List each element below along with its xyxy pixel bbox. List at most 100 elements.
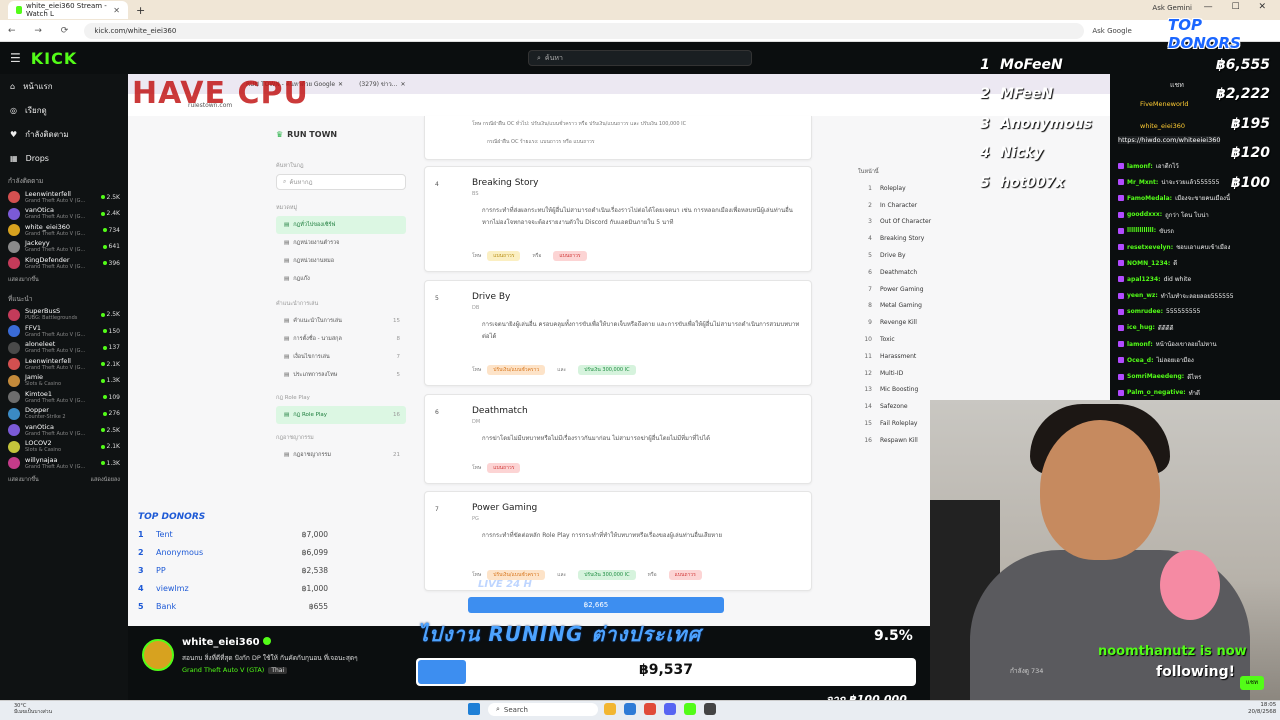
chat-username[interactable]: lamonf: [1127, 341, 1153, 348]
hamburger-menu-icon[interactable]: ☰ [10, 51, 21, 65]
doc-icon: ▤ [284, 452, 290, 458]
taskbar-weather[interactable]: 30°C มีเมฆเป็นบางส่วน [14, 703, 52, 715]
viewer-count: 2.5K [106, 426, 120, 434]
chrome-icon[interactable] [644, 703, 656, 715]
channel-game: Grand Theft Auto V (G... [25, 397, 86, 404]
donor-row: 1 MoFeeN ฿6,555 [970, 50, 1270, 80]
stream-language: Thai [268, 667, 288, 674]
chat-username[interactable]: resetxevelyn: [1127, 244, 1173, 251]
sidebar-channel[interactable]: vanOtica Grand Theft Auto V (G... 2.5K [0, 422, 128, 439]
kick-app-icon[interactable] [684, 703, 696, 715]
stream-game[interactable]: Grand Theft Auto V (GTA) Thai [182, 666, 288, 674]
sidebar-nav-item[interactable]: ▦ Drops [0, 146, 128, 170]
window-controls[interactable]: — ☐ ✕ [1204, 2, 1274, 12]
discord-icon[interactable] [664, 703, 676, 715]
chat-message: resetxevelyn: ชอบเอาแคบเข้าเมือง [1118, 239, 1278, 255]
chat-message: lamonf: หน้าน้องเขาลอยไม่หาน [1118, 336, 1278, 352]
nav-buttons[interactable]: ← → ⟳ [0, 26, 76, 36]
sidebar-channel[interactable]: Jackeyy Grand Theft Auto V (G... 641 [0, 239, 128, 256]
sidebar-channel[interactable]: KingDefender Grand Theft Auto V (G... 396 [0, 255, 128, 272]
ask-google-button[interactable]: Ask Google [1092, 27, 1131, 35]
donor-rank: 4 [138, 584, 144, 594]
chat-badge-icon [1118, 324, 1124, 331]
chat-username[interactable]: ice_hug: [1127, 324, 1155, 331]
rule-abbr: DB [472, 305, 480, 311]
channel-text: Jackeyy Grand Theft Auto V (G... [25, 240, 85, 254]
chat-username[interactable]: gooddxxx: [1127, 211, 1162, 218]
toc-item: 2 In Character [858, 197, 968, 214]
live24-label: LIVE 24 H [478, 579, 532, 590]
channel-name: vanOtica [25, 206, 54, 215]
search-input[interactable]: ⌕ ค้นหา [528, 50, 752, 66]
chat-text: หน้าน้องเขาลอยไม่หาน [1155, 341, 1217, 349]
chat-username[interactable]: lllllllllllll: [1127, 227, 1156, 234]
sidebar-channel[interactable]: vanOtica Grand Theft Auto V (G... 2.4K [0, 206, 128, 223]
stream-title: สอนกบ สิ่งที่ดีที่สุด ปังกัก DP ใช้ให้ ก… [182, 654, 358, 662]
url-field[interactable]: kick.com/white_eiei360 [84, 22, 1085, 39]
chat-username[interactable]: Ocea_d: [1127, 357, 1153, 364]
sidebar-channel[interactable]: aloneleet Grand Theft Auto V (G... 137 [0, 340, 128, 357]
left-label-3: กฎ Role Play [276, 395, 310, 401]
rules-search: ⌕ ค้นหากฎ [276, 174, 406, 190]
channel-text: vanOtica Grand Theft Auto V (G... [25, 206, 85, 221]
sidebar-channel[interactable]: FFV1 Grand Theft Auto V (G... 150 [0, 323, 128, 340]
chat-send-button[interactable]: แชท [1240, 676, 1264, 690]
sidebar-footer: แสดงมากขึ้น แสดงน้อยลง [0, 472, 128, 488]
channel-text: Kimtoe1 Grand Theft Auto V (G... [25, 389, 86, 404]
toc-label: Toxic [880, 336, 895, 344]
live-dot-icon [100, 378, 105, 383]
channel-name: LOCOV2 [25, 439, 52, 448]
live-dot-icon [100, 428, 105, 433]
new-tab-button[interactable]: + [136, 4, 145, 17]
sidebar-nav-item[interactable]: ⌂ หน้าแรก [0, 74, 128, 98]
taskbar-search[interactable]: ⌕ Search [488, 703, 598, 716]
rules-nav-count: 5 [396, 372, 401, 378]
show-more-following[interactable]: แสดงมากขึ้น [0, 272, 128, 288]
recommended-heading: ที่แนะนำ [8, 294, 33, 303]
sidebar-channel[interactable]: Dopper Counter-Strike 2 276 [0, 406, 128, 423]
sidebar-channel[interactable]: Kimtoe1 Grand Theft Auto V (G... 109 [0, 389, 128, 406]
sidebar-nav-item[interactable]: ◎ เรียกดู [0, 98, 128, 122]
chat-username[interactable]: somrudee: [1127, 308, 1163, 315]
windows-start-icon[interactable] [468, 703, 480, 715]
obs-icon[interactable] [704, 703, 716, 715]
kick-logo[interactable]: KICK [31, 49, 78, 68]
rules-nav-count: 21 [393, 452, 400, 458]
channel-name: Leenwinterfell [25, 356, 71, 365]
show-more-recommended[interactable]: แสดงมากขึ้น [8, 476, 39, 484]
toc-number: 16 [864, 436, 872, 444]
ask-gemini-button[interactable]: Ask Gemini [1152, 4, 1192, 12]
streamer-name[interactable]: white_eiei360 [182, 637, 271, 648]
channel-game: Slots & Casino [25, 381, 62, 388]
sidebar-channel[interactable]: Jamie Slots & Casino 1.3K [0, 373, 128, 390]
chat-username[interactable]: SomriMaeedeng: [1127, 373, 1184, 380]
chat-username[interactable]: Palm_o_negative: [1127, 389, 1186, 396]
site-title: ♛ RUN TOWN [276, 130, 337, 139]
toc-label: In Character [880, 201, 918, 209]
close-tab-icon[interactable]: ✕ [113, 6, 120, 15]
channel-name: Kimtoe1 [25, 389, 53, 398]
donor-name: MoFeeN [1000, 56, 1063, 73]
channel-name: white_eiei360 [25, 222, 71, 231]
chat-username[interactable]: NOMN_1234: [1127, 260, 1170, 267]
category-label: หมวดหมู่ [276, 205, 298, 211]
file-explorer-icon[interactable] [604, 703, 616, 715]
show-less-recommended[interactable]: แสดงน้อยลง [90, 476, 120, 484]
chat-username[interactable]: apal1234: [1127, 276, 1161, 283]
sidebar-channel[interactable]: Leenwinterfell Grand Theft Auto V (G... 2.… [0, 189, 128, 206]
browser-tab[interactable]: white_eiei360 Stream - Watch L ✕ [8, 1, 128, 19]
donor-name: Anonymous [156, 547, 204, 557]
chat-text: ทำไมทำจะลอยลอย555555 [1160, 292, 1234, 300]
chat-username[interactable]: yeen_wz: [1127, 292, 1158, 299]
sidebar-nav-item[interactable]: ♥ กำลังติดตาม [0, 122, 128, 146]
sidebar-channel[interactable]: SuperBusS PUBG: Battlegrounds 2.5K [0, 307, 128, 324]
sidebar-channel[interactable]: Leenwinterfell Grand Theft Auto V (G... 2.… [0, 356, 128, 373]
donor-row: 3 PP ฿2,538 [138, 561, 328, 579]
sidebar-channel[interactable]: LOCOV2 Slots & Casino 2.1K [0, 439, 128, 456]
sidebar-channel[interactable]: white_eiei360 Grand Theft Auto V (G... 734 [0, 222, 128, 239]
sidebar-channel[interactable]: willynajaa Grand Theft Auto V (G... 1.3K [0, 455, 128, 472]
left-sidebar: ⌂ หน้าแรก ◎ เรียกดู ♥ กำลังติดตาม ▦ Drops กำลัง… [0, 74, 128, 700]
streamer-avatar[interactable] [142, 639, 174, 671]
edge-icon[interactable] [624, 703, 636, 715]
stream-game-text: Grand Theft Auto V (GTA) [182, 666, 265, 674]
